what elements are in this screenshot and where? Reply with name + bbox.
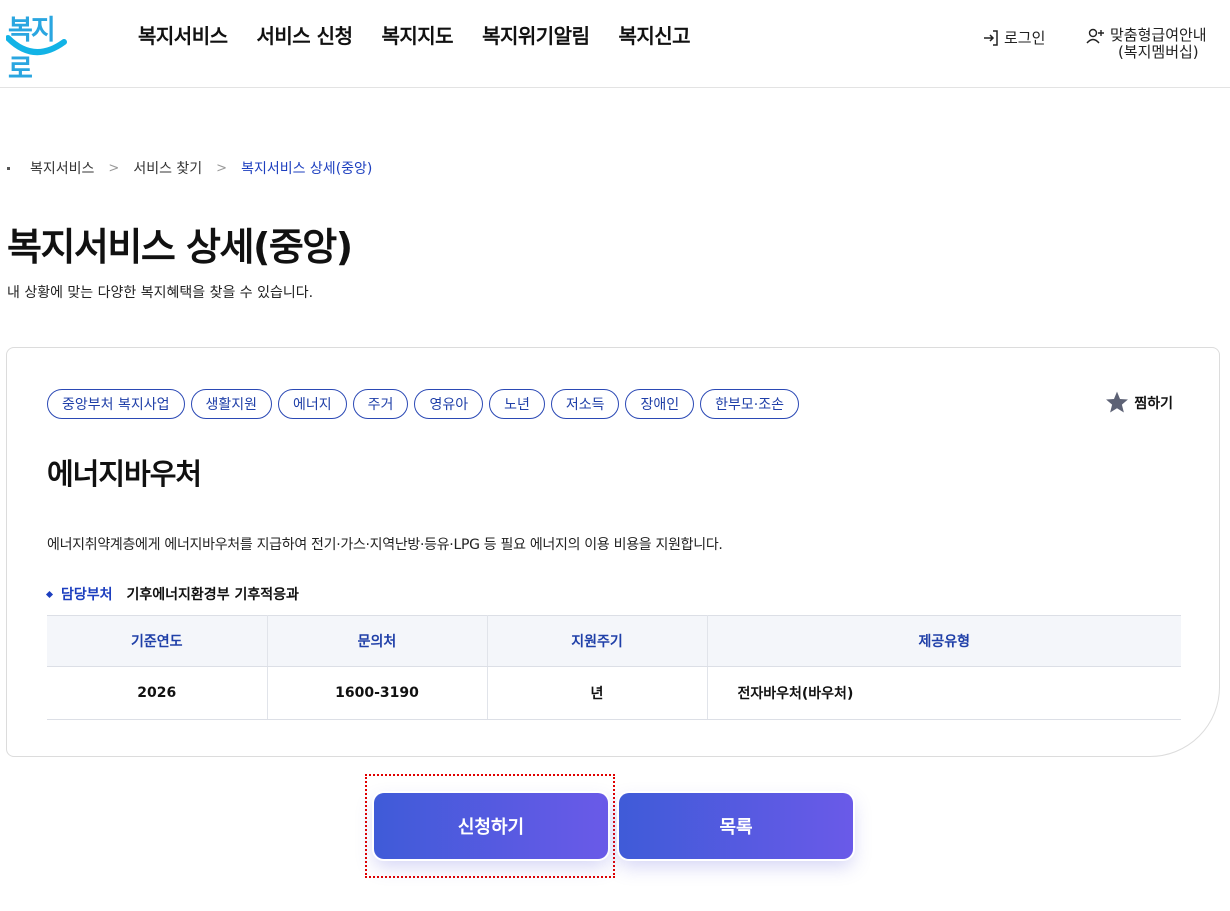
tag-energy[interactable]: 에너지: [278, 389, 347, 419]
breadcrumb: 복지서비스 > 서비스 찾기 > 복지서비스 상세(중앙): [7, 158, 372, 178]
tag-housing[interactable]: 주거: [352, 389, 409, 419]
tag-single-parent[interactable]: 한부모·조손: [700, 389, 799, 419]
nav-welfare-service[interactable]: 복지서비스: [138, 20, 228, 49]
chevron-right-icon: >: [108, 160, 120, 176]
tag-living-support[interactable]: 생활지원: [190, 389, 273, 419]
table-header-support-cycle: 지원주기: [487, 615, 708, 667]
service-detail-card: 중앙부처 복지사업 생활지원 에너지 주거 영유아 노년 저소득 장애인 한부모…: [6, 347, 1220, 757]
table-cell-provision-type: 전자바우처(바우처): [707, 666, 1181, 720]
diamond-bullet-icon: [45, 590, 54, 598]
service-info-table: 기준연도 문의처 지원주기 제공유형 2026 1600-3190 년 전자바우…: [47, 615, 1181, 720]
breadcrumb-item-welfare-service[interactable]: 복지서비스: [30, 158, 94, 178]
table-header-row: 기준연도 문의처 지원주기 제공유형: [47, 615, 1181, 667]
membership-label-line2: (복지멤버십): [1117, 43, 1199, 61]
nav-welfare-map[interactable]: 복지지도: [381, 20, 453, 49]
page-title: 복지서비스 상세(중앙): [7, 225, 353, 269]
apply-button[interactable]: 신청하기: [374, 793, 608, 859]
star-icon: [1106, 391, 1129, 413]
tag-list: 중앙부처 복지사업 생활지원 에너지 주거 영유아 노년 저소득 장애인 한부모…: [47, 389, 799, 419]
nav-service-apply[interactable]: 서비스 신청: [257, 20, 353, 49]
table-cell-contact: 1600-3190: [267, 666, 488, 720]
tag-elderly[interactable]: 노년: [489, 389, 545, 419]
membership-label-line1: 맞춤형급여안내: [1110, 26, 1207, 44]
login-link[interactable]: 로그인: [982, 27, 1045, 48]
login-icon: [984, 29, 998, 46]
service-title: 에너지바우처: [47, 457, 202, 491]
list-button[interactable]: 목록: [619, 793, 853, 859]
table-header-base-year: 기준연도: [47, 615, 268, 667]
table-cell-support-cycle: 년: [487, 666, 708, 720]
favorite-label: 찜하기: [1134, 395, 1173, 412]
membership-label: 맞춤형급여안내 (복지멤버십): [1110, 27, 1207, 61]
membership-link[interactable]: 맞춤형급여안내 (복지멤버십): [1086, 27, 1207, 61]
tag-disabled[interactable]: 장애인: [625, 389, 695, 419]
logo-smile-icon: [6, 35, 67, 56]
chevron-right-icon: >: [216, 160, 228, 176]
table-row: 2026 1600-3190 년 전자바우처(바우처): [47, 666, 1181, 720]
page-subtitle: 내 상황에 맞는 다양한 복지혜택을 찾을 수 있습니다.: [7, 285, 314, 301]
user-plus-icon: [1086, 28, 1104, 44]
main-nav: 복지서비스 서비스 신청 복지지도 복지위기알림 복지신고: [138, 20, 719, 49]
table-cell-base-year: 2026: [47, 666, 268, 720]
breadcrumb-item-current: 복지서비스 상세(중앙): [241, 161, 373, 177]
site-header: 복지로 복지서비스 서비스 신청 복지지도 복지위기알림 복지신고 로그인 맞춤…: [0, 0, 1230, 88]
tag-infant[interactable]: 영유아: [414, 389, 484, 419]
logo[interactable]: 복지로: [6, 6, 67, 85]
service-description: 에너지취약계층에게 에너지바우처를 지급하여 전기·가스·지역난방·등유·LPG…: [47, 537, 723, 553]
nav-welfare-crisis-alert[interactable]: 복지위기알림: [482, 20, 590, 49]
table-header-contact: 문의처: [267, 615, 488, 667]
nav-welfare-report[interactable]: 복지신고: [618, 20, 690, 49]
tag-low-income[interactable]: 저소득: [550, 389, 620, 419]
tag-central-ministry[interactable]: 중앙부처 복지사업: [47, 389, 185, 419]
department-info: 담당부처 기후에너지환경부 기후적응과: [45, 584, 299, 604]
department-label: 담당부처: [61, 587, 113, 603]
login-label: 로그인: [1004, 29, 1046, 47]
department-value: 기후에너지환경부 기후적응과: [126, 587, 299, 603]
favorite-button[interactable]: 찜하기: [1104, 390, 1173, 415]
breadcrumb-item-service-search[interactable]: 서비스 찾기: [133, 158, 202, 178]
table-header-provision-type: 제공유형: [707, 615, 1181, 667]
breadcrumb-bullet-icon: [7, 166, 10, 170]
